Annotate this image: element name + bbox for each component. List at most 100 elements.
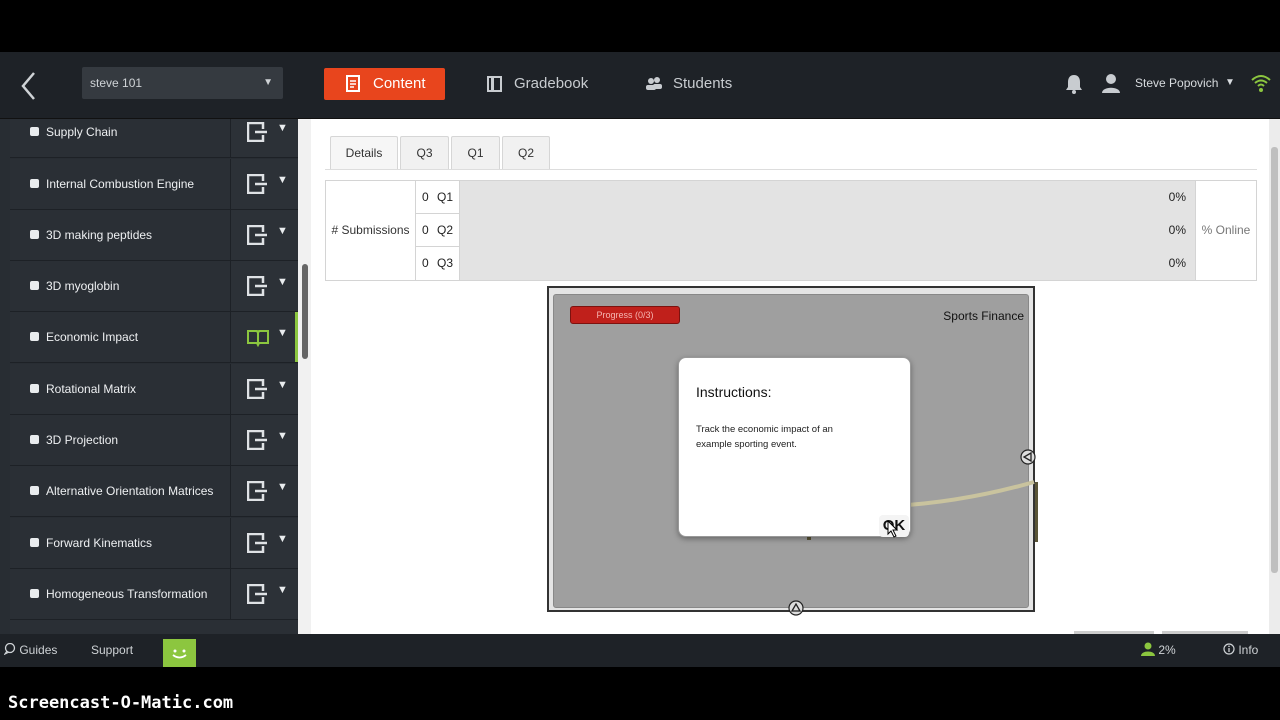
chevron-down-icon[interactable]: ▼ <box>1225 77 1235 88</box>
sidebar-item-actions[interactable]: ▼ <box>230 569 298 619</box>
game-title: Sports Finance <box>943 309 1024 323</box>
export-icon <box>247 122 269 142</box>
export-icon <box>247 379 269 399</box>
sidebar-item-actions[interactable]: ▼ <box>230 312 298 362</box>
arrow-left-circle-icon[interactable] <box>1020 449 1036 470</box>
export-icon <box>247 533 269 553</box>
sidebar-scroll-track[interactable] <box>298 119 311 634</box>
user-name[interactable]: Steve Popovich <box>1135 76 1218 90</box>
chat-bubble-icon <box>3 642 16 656</box>
chevron-down-icon[interactable]: ▼ <box>277 533 288 545</box>
submission-count: 0 <box>422 256 429 270</box>
tab-students-label: Students <box>673 75 733 92</box>
sidebar-item-3d-projection[interactable]: 3D Projection ▼ <box>10 415 298 466</box>
economic-curve <box>894 480 1035 508</box>
tab-gradebook-label: Gradebook <box>514 75 589 92</box>
user-avatar-icon[interactable] <box>1101 73 1121 98</box>
sidebar-item-rotational-matrix[interactable]: Rotational Matrix ▼ <box>10 364 298 415</box>
sidebar-item-next[interactable] <box>10 620 298 634</box>
sidebar-item-label: Economic Impact <box>46 330 139 344</box>
dialog-heading: Instructions: <box>696 384 772 400</box>
percent-bar: 0% <box>460 214 1196 247</box>
guides-link[interactable]: Guides <box>3 634 57 667</box>
progress-indicator: Progress (0/3) <box>570 306 680 324</box>
sidebar-item-economic-impact[interactable]: Economic Impact ▼ <box>10 312 298 363</box>
tab-q1[interactable]: Q1 <box>451 136 500 170</box>
chevron-down-icon[interactable]: ▼ <box>277 481 288 493</box>
chevron-down-icon[interactable]: ▼ <box>277 430 288 442</box>
info-icon <box>1223 643 1235 655</box>
sidebar-item-label: Rotational Matrix <box>46 382 137 396</box>
sidebar-item-alternative-orientation[interactable]: Alternative Orientation Matrices ▼ <box>10 466 298 517</box>
chevron-down-icon[interactable]: ▼ <box>277 174 288 186</box>
table-row: 0 Q3 0% <box>416 247 1196 280</box>
sidebar-item-actions[interactable]: ▼ <box>230 518 298 568</box>
sidebar-item-label: 3D making peptides <box>46 228 153 242</box>
tab-q3[interactable]: Q3 <box>400 136 449 170</box>
sidebar-item-label: Supply Chain <box>46 125 118 139</box>
tab-gradebook[interactable]: Gradebook <box>487 68 597 100</box>
back-arrow-icon[interactable] <box>18 70 42 102</box>
sidebar-item-actions[interactable]: ▼ <box>230 159 298 209</box>
bullet-icon <box>30 281 39 290</box>
sidebar-item-actions[interactable]: ▼ <box>230 210 298 260</box>
sidebar-item-3d-making-peptides[interactable]: 3D making peptides ▼ <box>10 210 298 261</box>
question-label: Q3 <box>437 256 454 270</box>
question-label: Q1 <box>437 190 454 204</box>
sidebar-item-actions[interactable]: ▼ <box>230 364 298 414</box>
tab-q2[interactable]: Q2 <box>502 136 550 170</box>
sidebar-item-label: Forward Kinematics <box>46 536 153 550</box>
tab-content[interactable]: Content <box>324 68 445 100</box>
sidebar-item-actions[interactable]: ▼ <box>230 415 298 465</box>
bullet-icon <box>30 384 39 393</box>
export-icon <box>247 174 269 194</box>
wifi-icon <box>1250 72 1272 99</box>
chevron-down-icon: ▼ <box>263 77 273 88</box>
tab-details[interactable]: Details <box>330 136 398 170</box>
smiley-icon <box>172 649 187 659</box>
smiley-feedback-button[interactable] <box>163 639 196 667</box>
sidebar-scrollbar[interactable] <box>302 264 308 359</box>
export-icon <box>247 225 269 245</box>
percent-bar: 0% <box>460 181 1196 214</box>
user-icon <box>1141 642 1155 656</box>
main-scroll-thumb[interactable] <box>1271 147 1278 573</box>
sidebar-item-actions[interactable]: ▼ <box>230 466 298 516</box>
sidebar-item-homogeneous-transformation[interactable]: Homogeneous Transformation ▼ <box>10 569 298 620</box>
info-link[interactable]: Info <box>1223 634 1258 667</box>
bullet-icon <box>30 179 39 188</box>
sidebar-item-label: 3D Projection <box>46 433 119 447</box>
sidebar-item-actions[interactable]: ▼ <box>230 261 298 311</box>
sidebar-item-internal-combustion[interactable]: Internal Combustion Engine ▼ <box>10 159 298 210</box>
sidebar-item-forward-kinematics[interactable]: Forward Kinematics ▼ <box>10 518 298 569</box>
online-percent: 2% <box>1141 634 1176 667</box>
course-selector[interactable]: steve 101 ▼ <box>82 67 283 99</box>
axis-bar <box>1035 482 1038 542</box>
game-frame[interactable]: Progress (0/3) Sports Finance Instructio… <box>547 286 1038 616</box>
chevron-down-icon[interactable]: ▼ <box>277 122 288 134</box>
document-icon <box>346 75 360 92</box>
support-link[interactable]: Support <box>91 634 133 667</box>
chevron-down-icon[interactable]: ▼ <box>277 276 288 288</box>
game-canvas[interactable]: Progress (0/3) Sports Finance Instructio… <box>553 294 1038 616</box>
chevron-down-icon[interactable]: ▼ <box>277 584 288 596</box>
main-panel: Details Q3 Q1 Q2 # Submissions 0 Q1 0% 0Q… <box>311 119 1269 634</box>
info-label: Info <box>1238 643 1259 657</box>
sidebar-item-supply-chain[interactable]: Supply Chain ▼ <box>10 119 298 158</box>
chevron-down-icon[interactable]: ▼ <box>277 327 288 339</box>
bell-icon[interactable] <box>1065 74 1083 99</box>
percent-value: 0% <box>1168 190 1186 204</box>
submissions-label: # Submissions <box>326 181 416 280</box>
chevron-down-icon[interactable]: ▼ <box>277 225 288 237</box>
chevron-down-icon[interactable]: ▼ <box>277 379 288 391</box>
sidebar-item-actions[interactable]: ▼ <box>230 119 298 157</box>
instructions-dialog: Instructions: Track the economic impact … <box>678 357 911 537</box>
tab-students[interactable]: Students <box>645 68 745 100</box>
main-scrollbar[interactable] <box>1269 119 1280 634</box>
submission-count: 0 <box>422 223 429 237</box>
sidebar-item-3d-myoglobin[interactable]: 3D myoglobin ▼ <box>10 261 298 312</box>
bullet-icon <box>30 435 39 444</box>
mouse-cursor-icon <box>887 520 899 538</box>
online-label: % Online <box>1195 181 1256 280</box>
arrow-up-circle-icon[interactable] <box>788 600 804 621</box>
